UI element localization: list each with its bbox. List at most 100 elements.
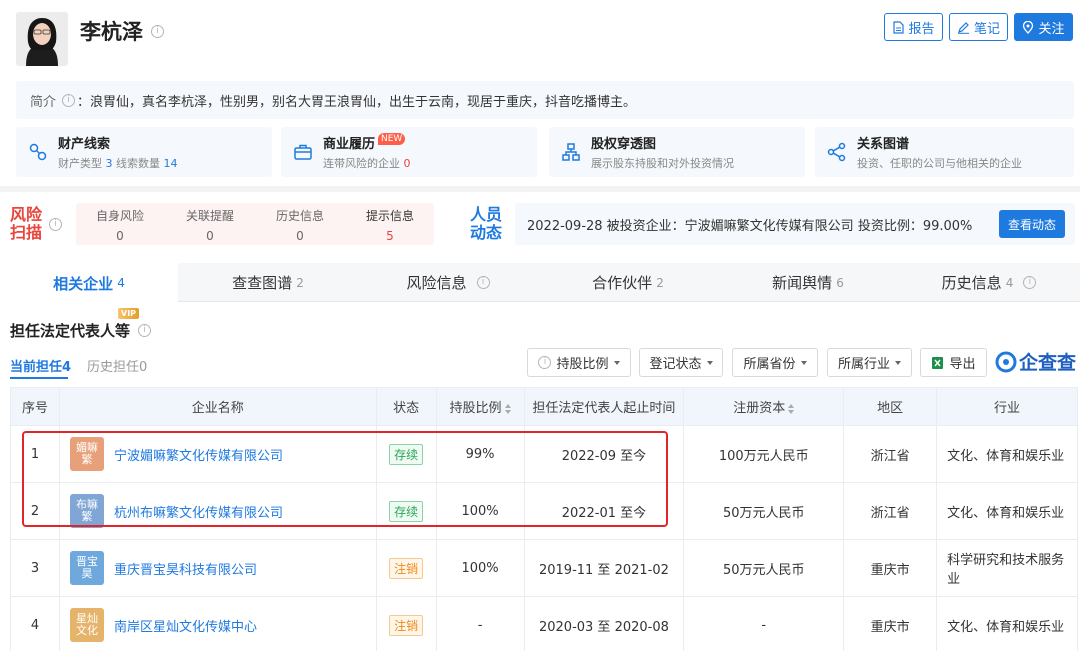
- row-industry: 文化、体育和娱乐业: [936, 425, 1078, 483]
- col-period: 担任法定代表人起止时间: [523, 387, 685, 426]
- company-name-link[interactable]: 南岸区星灿文化传媒中心: [114, 620, 257, 635]
- card-title: 股权穿透图: [591, 137, 657, 152]
- status-badge: 注销: [389, 557, 424, 579]
- col-name: 企业名称: [58, 387, 377, 426]
- new-badge: NEW: [378, 133, 406, 145]
- table-header: 序号 企业名称 状态 持股比例 担任法定代表人起止时间 注册资本 地区 行业: [10, 387, 1078, 426]
- card-title: 财产线索: [58, 137, 111, 152]
- subtab-underline: [10, 377, 68, 379]
- card-business-history[interactable]: 商业履历 NEW 连带风险的企业 0: [281, 127, 537, 177]
- subtab-current[interactable]: 当前担任4: [10, 356, 71, 375]
- share-nodes-icon: [827, 142, 846, 162]
- excel-icon: [932, 356, 944, 369]
- risk-item-self[interactable]: 自身风险 0: [80, 207, 160, 243]
- col-ratio[interactable]: 持股比例: [435, 387, 525, 426]
- row-status: 存续: [375, 425, 437, 483]
- briefcase-icon: [294, 144, 312, 160]
- info-icon[interactable]: i: [138, 324, 152, 337]
- col-no: 序号: [10, 387, 60, 426]
- risk-item-related[interactable]: 关联提醒 0: [170, 207, 250, 243]
- row-capital: -: [683, 596, 845, 651]
- card-sub: 展示股东持股和对外投资情况: [591, 157, 734, 170]
- row-no: 3: [10, 539, 60, 597]
- main-tabs: 相关企业 4 查查图谱 2 风险信息 i 合作伙伴 2 新闻舆情 6 历史信息 4 i: [0, 263, 1080, 303]
- tab-risk-info[interactable]: 风险信息 i: [358, 263, 538, 302]
- holding-ratio-filter[interactable]: i 持股比例: [527, 348, 631, 377]
- company-name-link[interactable]: 宁波媚嘛繁文化传媒有限公司: [114, 449, 283, 464]
- industry-filter[interactable]: 所属行业: [827, 348, 912, 377]
- status-badge: 注销: [389, 614, 424, 636]
- col-capital[interactable]: 注册资本: [683, 387, 845, 426]
- info-icon[interactable]: i: [49, 218, 62, 231]
- avatar: [16, 12, 68, 66]
- card-sub: 投资、任职的公司与他相关的企业: [857, 157, 1022, 170]
- sort-icon: [788, 403, 795, 414]
- export-button[interactable]: 导出: [920, 348, 987, 377]
- card-assets[interactable]: 财产线索 财产类型 3 线索数量 14: [16, 127, 272, 177]
- row-ratio: 100%: [435, 482, 525, 540]
- sort-icon: [504, 403, 511, 414]
- table-row[interactable]: 2 布嘛繁 杭州布嘛繁文化传媒有限公司 存续 100% 2022-01 至今 50万元人民币…: [10, 482, 1078, 540]
- status-badge: 存续: [389, 443, 424, 465]
- qcc-logo-icon: [995, 351, 1017, 372]
- card-title: 商业履历 NEW: [323, 133, 411, 152]
- company-logo: 星灿文化: [69, 608, 104, 642]
- intro-text: ：浪胃仙，真名李杭泽，性别男，别名大胃王浪胃仙，出生于云南，现居于重庆，抖音吃播…: [77, 94, 637, 110]
- notes-button[interactable]: 笔记: [949, 13, 1008, 41]
- caret-down-icon: [800, 360, 807, 365]
- tab-graph[interactable]: 查查图谱 2: [178, 263, 358, 302]
- company-name-link[interactable]: 杭州布嘛繁文化传媒有限公司: [114, 506, 283, 521]
- row-status: 注销: [375, 539, 437, 597]
- person-news-bar: 2022-09-28 被投资企业：宁波媚嘛繁文化传媒有限公司 投资比例：99.0…: [515, 203, 1075, 245]
- subtab-history[interactable]: 历史担任0: [87, 356, 147, 375]
- card-sub: 财产类型 3 线索数量 14: [58, 157, 178, 170]
- intro-label: 简介: [30, 94, 57, 110]
- card-sub: 连带风险的企业 0: [323, 157, 411, 170]
- row-no: 1: [10, 425, 60, 483]
- tab-history[interactable]: 历史信息 4 i: [898, 263, 1080, 302]
- row-region: 重庆市: [843, 539, 938, 597]
- view-news-button[interactable]: 查看动态: [999, 210, 1065, 238]
- risk-item-tips[interactable]: 提示信息 5: [350, 207, 430, 243]
- row-ratio: -: [435, 596, 525, 651]
- card-title: 关系图谱: [857, 137, 910, 152]
- report-button[interactable]: 报告: [884, 13, 943, 41]
- tab-related-companies[interactable]: 相关企业 4: [0, 263, 178, 303]
- row-industry: 文化、体育和娱乐业: [936, 596, 1078, 651]
- province-filter[interactable]: 所属省份: [732, 348, 818, 377]
- companies-table: 序号 企业名称 状态 持股比例 担任法定代表人起止时间 注册资本 地区 行业 1…: [10, 387, 1078, 651]
- row-region: 浙江省: [843, 482, 938, 540]
- card-equity-chart[interactable]: 股权穿透图 展示股东持股和对外投资情况: [549, 127, 805, 177]
- table-row[interactable]: 4 星灿文化 南岸区星灿文化传媒中心 注销 -2020-03 至 2020-08- 重庆市…: [10, 596, 1078, 651]
- row-period: 2022-09 至今: [523, 425, 685, 483]
- table-row[interactable]: 3 晋宝昊 重庆晋宝昊科技有限公司 注销 100% 2019-11 至 2021-02 50…: [10, 539, 1078, 597]
- tab-partners[interactable]: 合作伙伴 2: [538, 263, 718, 302]
- info-icon[interactable]: i: [1023, 276, 1037, 289]
- row-status: 注销: [375, 596, 437, 651]
- intro-bar: 简介 i ：浪胃仙，真名李杭泽，性别男，别名大胃王浪胃仙，出生于云南，现居于重庆…: [16, 81, 1074, 119]
- card-relation-graph[interactable]: 关系图谱 投资、任职的公司与他相关的企业: [815, 127, 1074, 177]
- risk-item-history[interactable]: 历史信息 0: [260, 207, 340, 243]
- company-name-link[interactable]: 重庆晋宝昊科技有限公司: [114, 563, 257, 578]
- row-region: 浙江省: [843, 425, 938, 483]
- row-ratio: 100%: [435, 539, 525, 597]
- col-industry: 行业: [936, 387, 1078, 426]
- tab-news[interactable]: 新闻舆情 6: [718, 263, 898, 302]
- pen-icon: [957, 21, 969, 34]
- risk-scan-box: 自身风险 0 关联提醒 0 历史信息 0 提示信息 5: [76, 203, 434, 245]
- info-icon[interactable]: i: [62, 93, 76, 107]
- reg-status-filter[interactable]: 登记状态: [639, 348, 723, 377]
- table-row[interactable]: 1 媚嘛繁 宁波媚嘛繁文化传媒有限公司 存续 99% 2022-09 至今 100万元人民币…: [10, 425, 1078, 483]
- info-icon[interactable]: i: [151, 24, 164, 38]
- follow-button[interactable]: 关注: [1014, 13, 1073, 41]
- qcc-logo: 企查查: [995, 348, 1076, 375]
- row-company: 星灿文化 南岸区星灿文化传媒中心: [58, 596, 377, 651]
- row-no: 4: [10, 596, 60, 651]
- company-logo: 媚嘛繁: [69, 437, 104, 471]
- status-badge: 存续: [389, 500, 424, 522]
- document-icon: [893, 20, 905, 34]
- row-no: 2: [10, 482, 60, 540]
- info-icon[interactable]: i: [476, 276, 490, 289]
- row-company: 晋宝昊 重庆晋宝昊科技有限公司: [58, 539, 377, 597]
- row-capital: 50万元人民币: [683, 539, 845, 597]
